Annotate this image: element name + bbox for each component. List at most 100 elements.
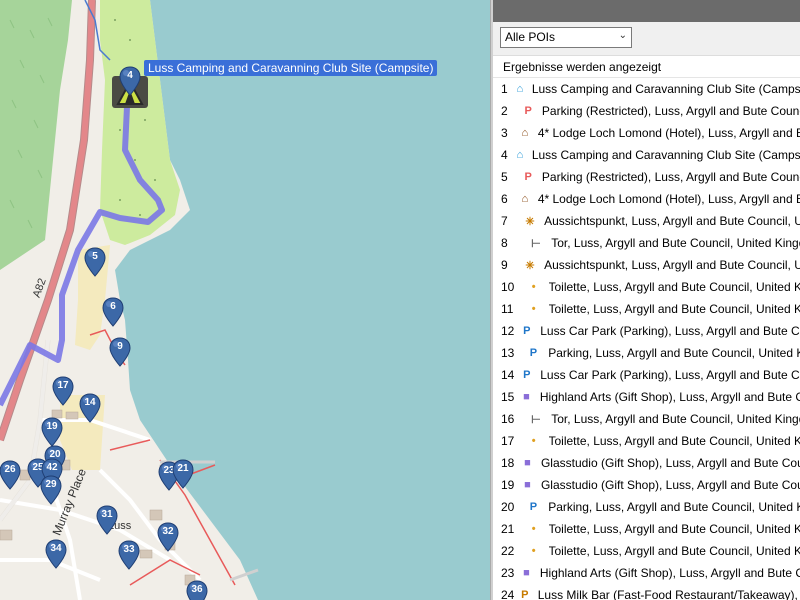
result-row[interactable]: 10 • Toilette, Luss, Argyll and Bute Counc… [493, 276, 800, 298]
result-row[interactable]: 13 P Parking, Luss, Argyll and Bute Counci… [493, 342, 800, 364]
marker-number: 33 [123, 544, 135, 555]
map-marker-19[interactable]: 19 [41, 417, 63, 447]
result-label: Parking, Luss, Argyll and Bute Council, … [548, 500, 800, 514]
marker-number: 36 [191, 584, 203, 595]
result-label: Highland Arts (Gift Shop), Luss, Argyll … [539, 566, 800, 580]
result-number: 24 [501, 588, 515, 600]
marker-number: 26 [4, 464, 16, 475]
result-number: 1 [501, 82, 508, 96]
result-number: 3 [501, 126, 508, 140]
result-label: Toilette, Luss, Argyll and Bute Council,… [548, 522, 800, 536]
result-label: Tor, Luss, Argyll and Bute Council, Unit… [551, 412, 800, 426]
result-number: 17 [501, 434, 515, 448]
map-marker-29[interactable]: 29 [40, 475, 62, 505]
result-row[interactable]: 19 ■ Glasstudio (Gift Shop), Luss, Argyll … [493, 474, 800, 496]
poi-filter-dropdown[interactable]: Alle POIs ⌄ [500, 27, 632, 48]
result-row[interactable]: 9 ✳ Aussichtspunkt, Luss, Argyll and Bute … [493, 254, 800, 276]
parking-icon: P [523, 369, 531, 381]
map-marker-36[interactable]: 36 [186, 580, 208, 600]
viewpoint-icon: ✳ [525, 215, 535, 228]
hotel-icon: ⌂ [521, 193, 529, 205]
result-label: 4* Lodge Loch Lomond (Hotel), Luss, Argy… [537, 192, 800, 206]
result-label: Toilette, Luss, Argyll and Bute Council,… [548, 302, 800, 316]
result-label: Luss Camping and Caravanning Club Site (… [531, 148, 800, 162]
result-row[interactable]: 7 ✳ Aussichtspunkt, Luss, Argyll and Bute … [493, 210, 800, 232]
result-label: Parking (Restricted), Luss, Argyll and B… [541, 104, 800, 118]
selected-poi-tooltip: Luss Camping and Caravanning Club Site (… [144, 60, 438, 76]
map-marker-21[interactable]: 21 [172, 459, 194, 489]
result-row[interactable]: 17 • Toilette, Luss, Argyll and Bute Counc… [493, 430, 800, 452]
map-marker-32[interactable]: 32 [157, 522, 179, 552]
marker-pin[interactable]: 4 [119, 66, 141, 96]
map-marker-31[interactable]: 31 [96, 505, 118, 535]
result-row[interactable]: 18 ■ Glasstudio (Gift Shop), Luss, Argyll … [493, 452, 800, 474]
result-row[interactable]: 24 P Luss Milk Bar (Fast-Food Restaurant/T… [493, 584, 800, 600]
result-number: 8 [501, 236, 508, 250]
map-marker-9[interactable]: 9 [109, 337, 131, 367]
result-row[interactable]: 5 P Parking (Restricted), Luss, Argyll and… [493, 166, 800, 188]
selected-poi-marker[interactable]: 4 [112, 66, 148, 108]
results-status: Ergebnisse werden angezeigt [493, 56, 800, 78]
result-row[interactable]: 22 • Toilette, Luss, Argyll and Bute Counc… [493, 540, 800, 562]
result-label: Toilette, Luss, Argyll and Bute Council,… [548, 434, 800, 448]
result-label: Luss Car Park (Parking), Luss, Argyll an… [540, 324, 800, 338]
map-marker-5[interactable]: 5 [84, 247, 106, 277]
map-marker-17[interactable]: 17 [52, 376, 74, 406]
result-row[interactable]: 23 ■ Highland Arts (Gift Shop), Luss, Argy… [493, 562, 800, 584]
toilet-icon: • [531, 523, 536, 535]
marker-number: 34 [50, 543, 62, 554]
result-row[interactable]: 8 ⊢ Tor, Luss, Argyll and Bute Council, Un… [493, 232, 800, 254]
result-label: Luss Car Park (Parking), Luss, Argyll an… [540, 368, 800, 382]
result-row[interactable]: 3 ⌂ 4* Lodge Loch Lomond (Hotel), Luss, Ar… [493, 122, 800, 144]
parking-icon: P [529, 501, 538, 513]
result-number: 13 [501, 346, 515, 360]
marker-number: 21 [177, 463, 189, 474]
result-label: Glasstudio (Gift Shop), Luss, Argyll and… [540, 478, 800, 492]
result-row[interactable]: 16 ⊢ Tor, Luss, Argyll and Bute Council, U… [493, 408, 800, 430]
map-view[interactable]: A82 Murray Place Luss 4 Luss Camping and… [0, 0, 490, 600]
hotel-icon: ⌂ [521, 127, 529, 139]
result-label: Parking, Luss, Argyll and Bute Council, … [548, 346, 800, 360]
result-row[interactable]: 2 P Parking (Restricted), Luss, Argyll and… [493, 100, 800, 122]
map-marker-34[interactable]: 34 [45, 539, 67, 569]
marker-number: 42 [46, 462, 58, 473]
shop-icon: ■ [524, 479, 531, 491]
result-number: 22 [501, 544, 515, 558]
marker-number: 6 [110, 301, 116, 312]
result-row[interactable]: 11 • Toilette, Luss, Argyll and Bute Counc… [493, 298, 800, 320]
result-number: 18 [501, 456, 515, 470]
gate-icon: ⊢ [531, 413, 541, 426]
result-label: Highland Arts (Gift Shop), Luss, Argyll … [539, 390, 800, 404]
result-label: Toilette, Luss, Argyll and Bute Council,… [548, 544, 800, 558]
map-marker-26[interactable]: 26 [0, 460, 21, 490]
result-row[interactable]: 20 P Parking, Luss, Argyll and Bute Counci… [493, 496, 800, 518]
marker-number: 4 [127, 70, 133, 81]
result-label: 4* Lodge Loch Lomond (Hotel), Luss, Argy… [537, 126, 800, 140]
map-marker-33[interactable]: 33 [118, 540, 140, 570]
result-label: Parking (Restricted), Luss, Argyll and B… [541, 170, 800, 184]
parking-icon: P [529, 347, 538, 359]
result-number: 6 [501, 192, 508, 206]
chevron-down-icon: ⌄ [618, 30, 627, 41]
result-row[interactable]: 6 ⌂ 4* Lodge Loch Lomond (Hotel), Luss, Ar… [493, 188, 800, 210]
parking-restricted-icon: P [524, 105, 532, 117]
shop-icon: ■ [523, 567, 530, 579]
result-row[interactable]: 15 ■ Highland Arts (Gift Shop), Luss, Argy… [493, 386, 800, 408]
viewpoint-icon: ✳ [525, 259, 535, 272]
parking-icon: P [523, 325, 531, 337]
result-number: 11 [501, 302, 514, 316]
result-row[interactable]: 21 • Toilette, Luss, Argyll and Bute Counc… [493, 518, 800, 540]
result-row[interactable]: 1 ⌂ Luss Camping and Caravanning Club Site… [493, 78, 800, 100]
result-number: 10 [501, 280, 515, 294]
result-number: 12 [501, 324, 515, 338]
result-row[interactable]: 12 P Luss Car Park (Parking), Luss, Argyll… [493, 320, 800, 342]
toilet-icon: • [531, 435, 536, 447]
result-label: Glasstudio (Gift Shop), Luss, Argyll and… [540, 456, 800, 470]
campsite-icon: ⌂ [516, 149, 524, 161]
marker-number: 9 [117, 341, 123, 352]
map-marker-14[interactable]: 14 [79, 393, 101, 423]
map-marker-6[interactable]: 6 [102, 297, 124, 327]
result-row[interactable]: 4 ⌂ Luss Camping and Caravanning Club Site… [493, 144, 800, 166]
result-row[interactable]: 14 P Luss Car Park (Parking), Luss, Argyll… [493, 364, 800, 386]
shop-icon: ■ [523, 391, 530, 403]
